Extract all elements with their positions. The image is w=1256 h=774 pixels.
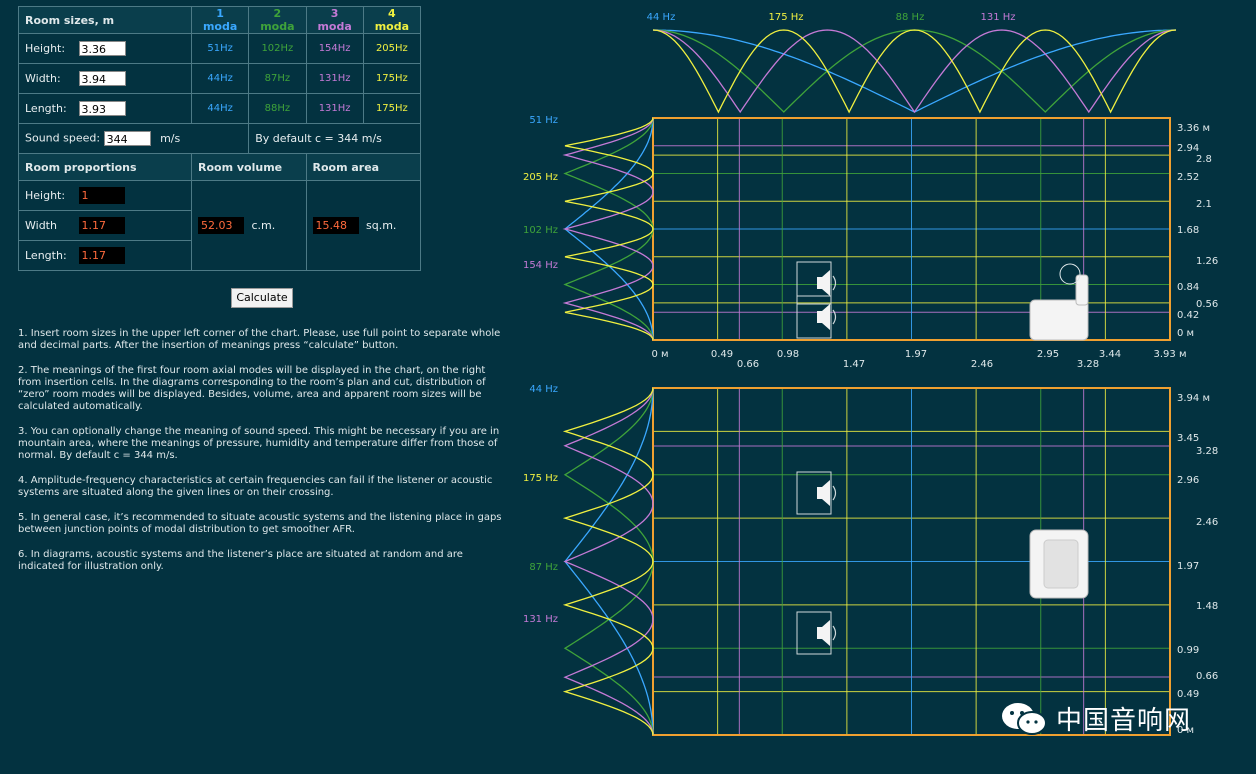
bottom-right-tick: 0.99 bbox=[1177, 645, 1199, 656]
watermark: 中国音响网 bbox=[1000, 700, 1191, 737]
bottom-right-tick: 2.96 bbox=[1177, 475, 1199, 486]
top-left-freq-label: 51 Hz bbox=[529, 115, 558, 126]
top-right-tick: 3.36 м bbox=[1177, 123, 1210, 134]
top-right-tick: 2.1 bbox=[1196, 199, 1212, 210]
top-right-tick: 2.8 bbox=[1196, 154, 1212, 165]
bottom-right-tick: 1.97 bbox=[1177, 561, 1199, 572]
top-left-freq-label: 154 Hz bbox=[523, 260, 558, 271]
speaker-icon bbox=[817, 270, 830, 296]
top-bottom-tick: 2.95 bbox=[1037, 349, 1059, 360]
top-right-tick: 0.84 bbox=[1177, 282, 1199, 293]
top-bottom-tick: 3.93 м bbox=[1154, 349, 1187, 360]
bottom-right-tick: 1.48 bbox=[1196, 601, 1218, 612]
top-bottom-tick: 0.66 bbox=[737, 359, 759, 370]
top-right-tick: 2.52 bbox=[1177, 172, 1199, 183]
top-bottom-tick: 0.98 bbox=[777, 349, 799, 360]
speaker-icon bbox=[817, 480, 830, 506]
bottom-right-tick: 3.94 м bbox=[1177, 393, 1210, 404]
bottom-right-tick: 0.49 bbox=[1177, 689, 1199, 700]
top-right-tick: 1.68 bbox=[1177, 225, 1199, 236]
top-bottom-tick: 1.97 bbox=[905, 349, 927, 360]
bottom-left-freq-label: 131 Hz bbox=[523, 614, 558, 625]
top-right-tick: 0 м bbox=[1177, 328, 1194, 339]
top-bottom-tick: 0 м bbox=[651, 349, 668, 360]
top-right-tick: 1.26 bbox=[1196, 256, 1218, 267]
bottom-left-wave-mode-3 bbox=[563, 387, 654, 736]
watermark-text: 中国音响网 bbox=[1056, 706, 1192, 736]
top-bottom-tick: 1.47 bbox=[843, 359, 865, 370]
bottom-right-tick: 0.66 bbox=[1196, 671, 1218, 682]
armchair-seat bbox=[1043, 539, 1079, 589]
top-left-wave-mode-3 bbox=[562, 117, 654, 341]
speaker-icon bbox=[817, 620, 830, 646]
top-bottom-tick: 3.44 bbox=[1099, 349, 1121, 360]
top-right-tick: 0.56 bbox=[1196, 299, 1218, 310]
top-wave-mode-3 bbox=[652, 29, 1177, 114]
bottom-right-tick: 3.28 bbox=[1196, 446, 1218, 457]
speaker-icon-wave bbox=[832, 275, 837, 291]
top-right-tick: 2.94 bbox=[1177, 143, 1199, 154]
speaker-icon-wave bbox=[832, 625, 837, 641]
bottom-left-freq-label: 87 Hz bbox=[529, 562, 558, 573]
speaker-icon bbox=[817, 304, 830, 330]
top-right-tick: 0.42 bbox=[1177, 310, 1199, 321]
bottom-left-freq-label: 175 Hz bbox=[523, 473, 558, 484]
speaker-icon-wave bbox=[832, 485, 837, 501]
top-freq-label: 44 Hz bbox=[647, 12, 676, 23]
top-left-freq-label: 205 Hz bbox=[523, 172, 558, 183]
bottom-right-tick: 2.46 bbox=[1196, 517, 1218, 528]
top-freq-label: 131 Hz bbox=[980, 12, 1015, 23]
top-bottom-tick: 2.46 bbox=[971, 359, 993, 370]
top-bottom-tick: 3.28 bbox=[1077, 359, 1099, 370]
bottom-left-freq-label: 44 Hz bbox=[529, 384, 558, 395]
top-left-freq-label: 102 Hz bbox=[523, 225, 558, 236]
top-bottom-tick: 0.49 bbox=[711, 349, 733, 360]
wechat-icon bbox=[1002, 702, 1047, 735]
top-freq-label: 88 Hz bbox=[896, 12, 925, 23]
armchair-icon bbox=[1029, 299, 1089, 341]
bottom-right-tick: 3.45 bbox=[1177, 433, 1199, 444]
top-freq-label: 175 Hz bbox=[768, 12, 803, 23]
room-mode-diagrams: 44 Hz 175 Hz 88 Hz 131 Hz 51 Hz 205 Hz 102 Hz 1… bbox=[523, 12, 1218, 736]
listener-head bbox=[1059, 263, 1081, 285]
